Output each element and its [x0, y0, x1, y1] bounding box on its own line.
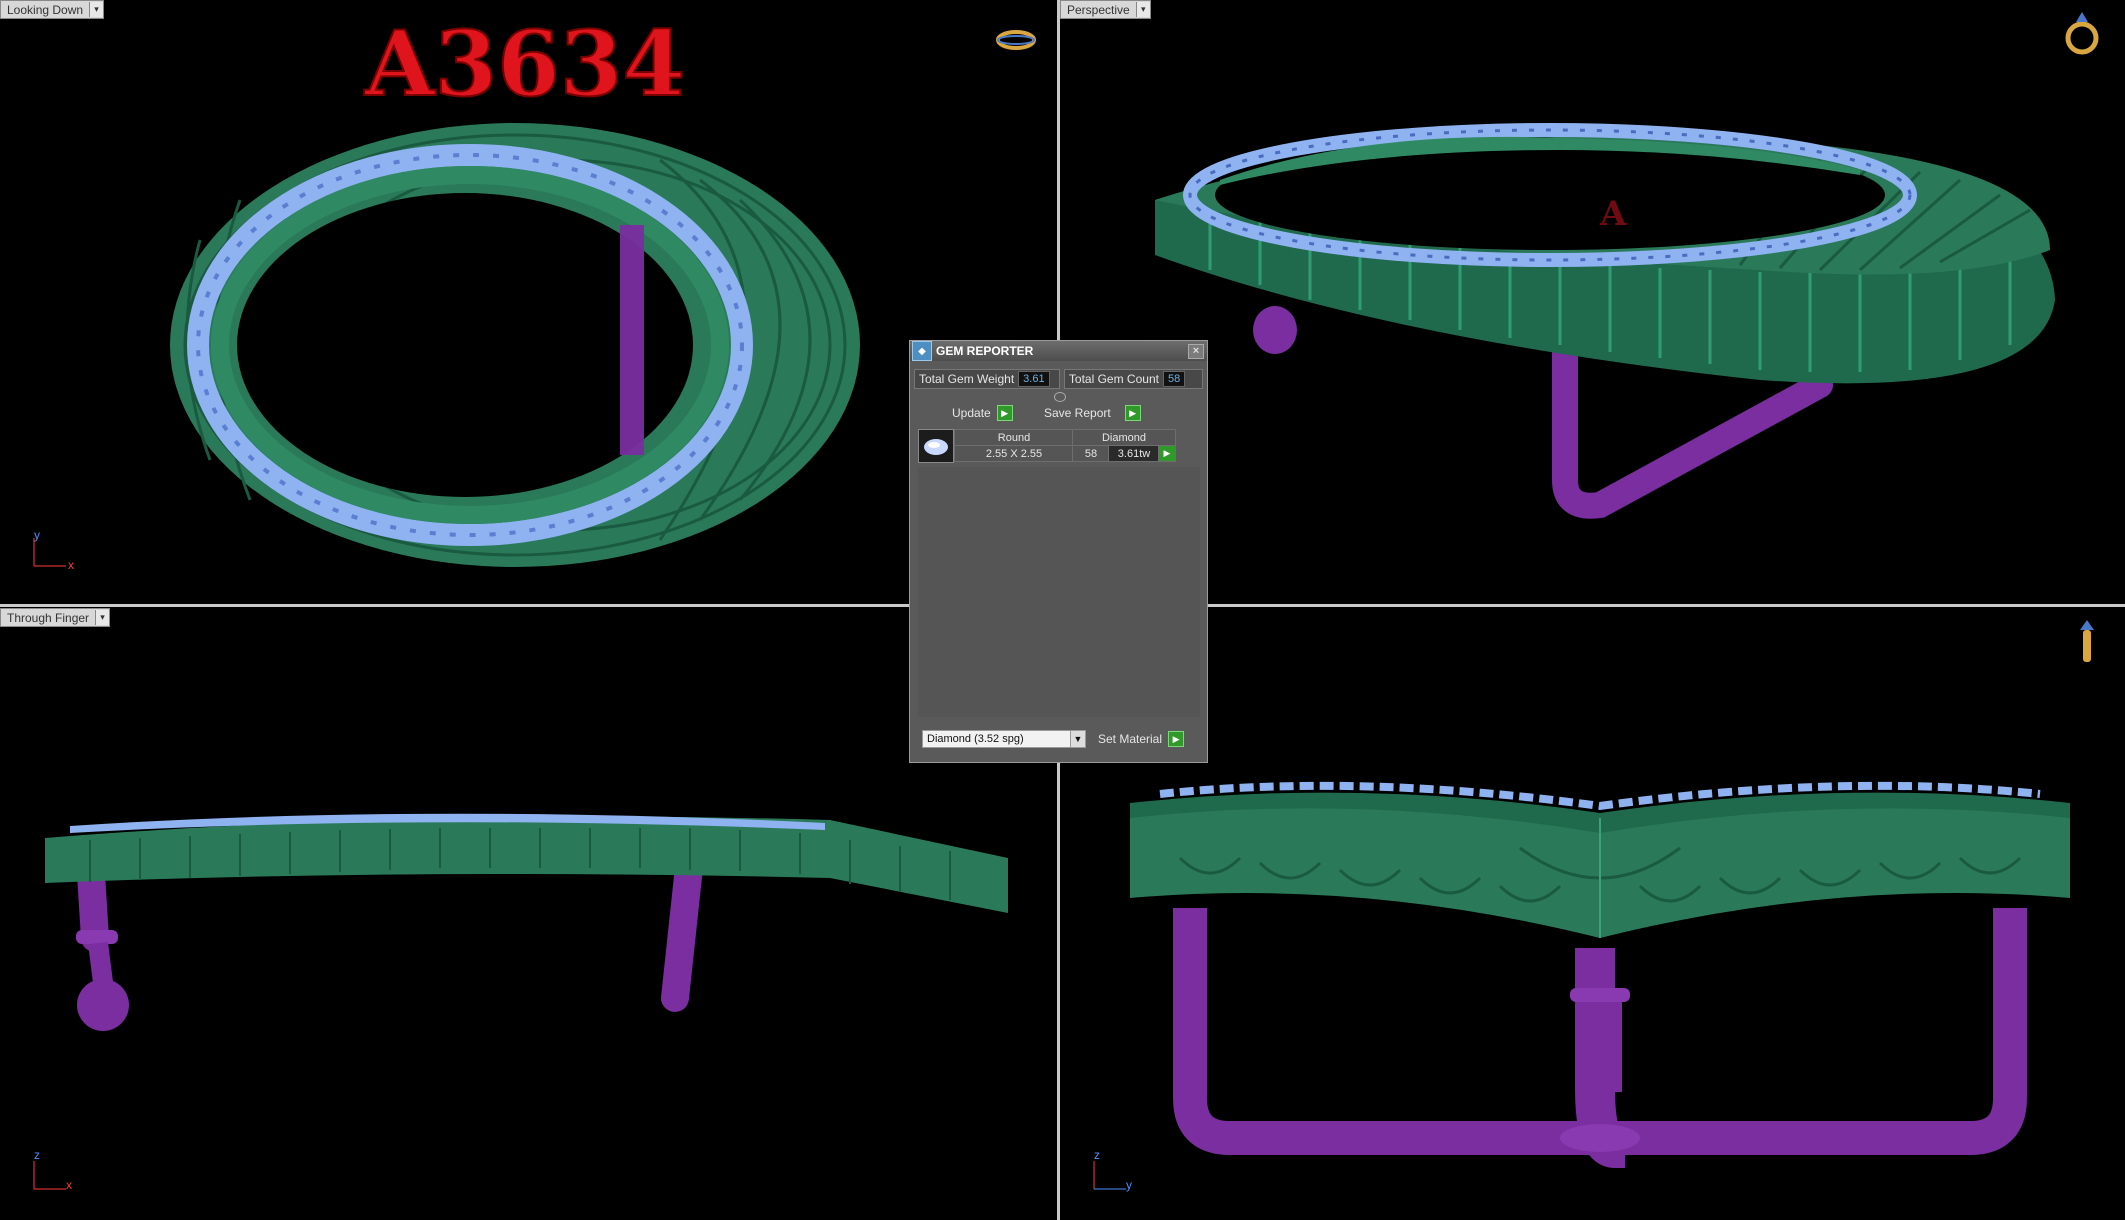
material-row: Diamond (3.52 spg) ▼ Set Material ▶ — [922, 729, 1185, 749]
axis-label-horizontal: y — [1126, 1178, 1132, 1192]
support-post — [1578, 1002, 1622, 1092]
watermark-text: A3634 — [364, 11, 685, 117]
viewport-label-text: Looking Down — [7, 2, 84, 17]
panel-splitter-handle[interactable] — [1054, 392, 1066, 402]
total-gem-weight-label: Total Gem Weight — [919, 372, 1015, 386]
play-icon: ▶ — [1168, 731, 1185, 747]
save-report-button[interactable]: Save Report ▶ — [1044, 404, 1141, 422]
gem-reporter-titlebar[interactable]: ◆ GEM REPORTER × — [910, 341, 1207, 361]
update-button[interactable]: Update ▶ — [952, 404, 1013, 422]
axis-label-horizontal: x — [66, 1178, 72, 1192]
axis-label-vertical: z — [34, 1148, 40, 1162]
chevron-down-icon[interactable]: ▾ — [95, 610, 110, 625]
chevron-down-icon[interactable]: ▾ — [1135, 2, 1150, 17]
ring-side-view — [45, 813, 1008, 1031]
gem-size-cell: 2.55 X 2.55 — [954, 445, 1074, 462]
play-icon: ▶ — [1124, 405, 1141, 421]
ring-perspective-view: A — [1155, 123, 2055, 519]
select-row-icon[interactable]: ▶ — [1158, 445, 1176, 462]
support-ball — [1253, 306, 1297, 354]
gem-weight-cell: 3.61tw — [1108, 445, 1160, 462]
update-label: Update — [952, 406, 991, 420]
gem-reporter-panel: ◆ GEM REPORTER × Total Gem Weight 3.61 T… — [909, 340, 1208, 763]
ring-perspective-icon[interactable] — [2062, 8, 2102, 63]
viewport-label-looking-down[interactable]: Looking Down ▾ — [0, 0, 105, 19]
gem-totals-row: Total Gem Weight 3.61 Total Gem Count 58 — [914, 369, 1203, 389]
set-material-label: Set Material — [1098, 732, 1163, 746]
viewport-label-text: Perspective — [1067, 2, 1130, 17]
ring-top-view: A3634 — [170, 10, 860, 567]
material-select-value: Diamond (3.52 spg) — [927, 733, 1024, 745]
gem-reporter-title: GEM REPORTER — [936, 344, 1034, 358]
material-select[interactable]: Diamond (3.52 spg) ▼ — [922, 730, 1086, 748]
chevron-down-icon[interactable]: ▼ — [1070, 731, 1085, 747]
total-gem-count-label: Total Gem Count — [1068, 372, 1159, 386]
axis-label-vertical: z — [1094, 1148, 1100, 1162]
gem-material-cell: Diamond — [1072, 429, 1176, 446]
gem-shape-cell: Round — [954, 429, 1074, 446]
gem-list-area[interactable] — [918, 467, 1200, 717]
gem-reporter-logo-icon: ◆ — [912, 341, 932, 361]
viewport-label-through-finger[interactable]: Through Finger ▾ — [0, 608, 111, 627]
gem-thumbnail[interactable] — [918, 429, 954, 463]
total-gem-count: Total Gem Count 58 — [1063, 369, 1203, 389]
watermark-reflection: A — [1599, 194, 1627, 234]
ring-top-icon[interactable] — [995, 28, 1037, 57]
viewport-label-perspective[interactable]: Perspective ▾ — [1060, 0, 1151, 19]
axis-label-horizontal: x — [68, 558, 74, 572]
ring-front-view — [1130, 781, 2070, 1168]
viewport-through-finger[interactable]: Through Finger ▾ z x — [0, 608, 1057, 1220]
chevron-down-icon[interactable]: ▾ — [89, 2, 104, 17]
total-gem-weight: Total Gem Weight 3.61 — [914, 369, 1060, 389]
save-report-label: Save Report — [1044, 406, 1111, 420]
gem-table: Round Diamond 2.55 X 2.55 58 3.61tw ▶ — [918, 429, 1176, 463]
viewport-label-text: Through Finger — [7, 610, 90, 625]
gem-count-cell: 58 — [1072, 445, 1110, 462]
viewport-looking-down[interactable]: A3634 Looking Down ▾ y x — [0, 0, 1057, 603]
support-post — [661, 844, 704, 1012]
total-gem-count-value: 58 — [1162, 371, 1186, 387]
close-icon[interactable]: × — [1188, 344, 1204, 359]
axis-label-vertical: y — [34, 528, 40, 542]
support-ball — [77, 979, 129, 1031]
set-material-button[interactable]: Set Material ▶ — [1098, 730, 1185, 748]
viewport-perspective[interactable]: A Perspective ▾ — [1060, 0, 2125, 603]
ring-side-icon[interactable] — [2075, 618, 2099, 673]
play-icon: ▶ — [996, 405, 1013, 421]
viewport-front[interactable]: z y — [1060, 608, 2125, 1220]
total-gem-weight-value: 3.61 — [1018, 371, 1050, 387]
